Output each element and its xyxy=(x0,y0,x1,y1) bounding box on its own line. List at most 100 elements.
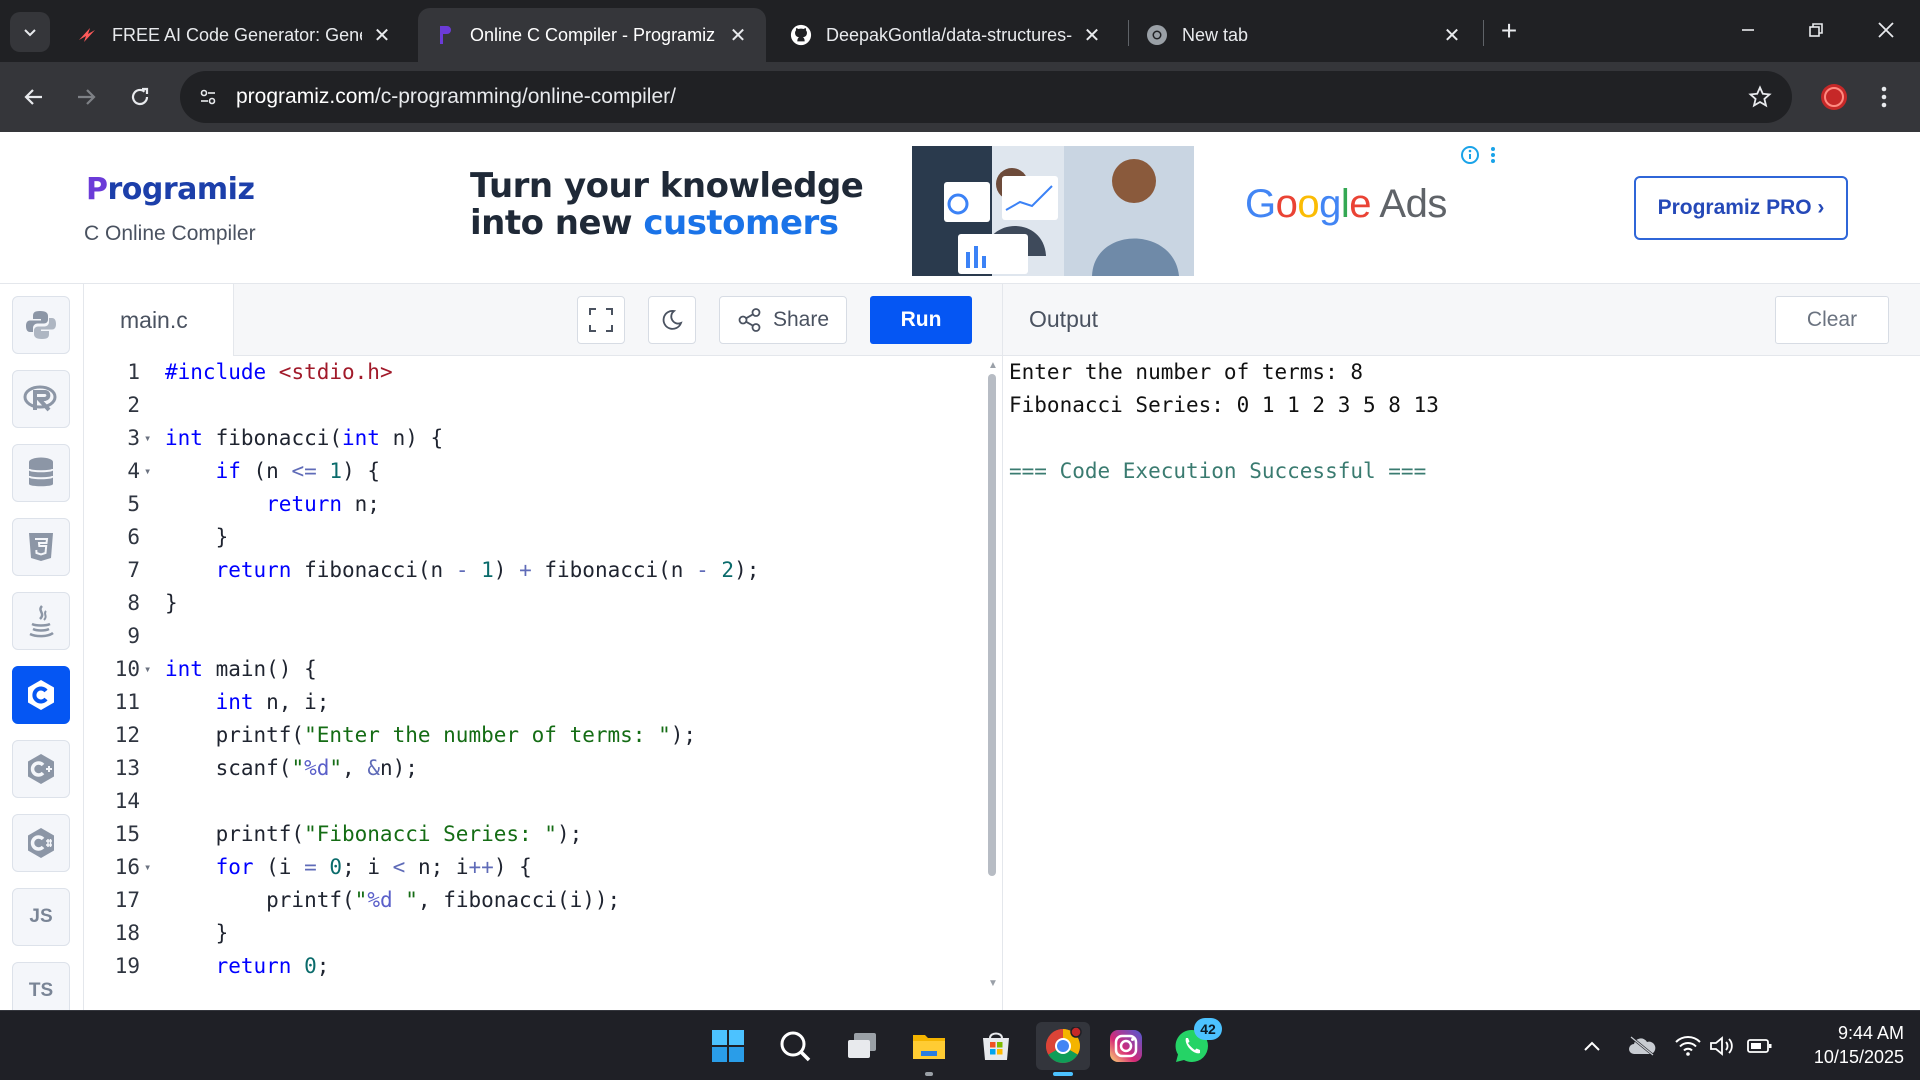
microsoft-store-icon[interactable] xyxy=(972,1022,1020,1070)
chevron-up-icon[interactable] xyxy=(1578,1033,1606,1059)
search-icon[interactable] xyxy=(771,1022,819,1070)
browser-tab-new[interactable]: New tab ✕ xyxy=(1130,8,1480,62)
sidebar-item-r[interactable] xyxy=(12,370,70,428)
code-line[interactable]: 9 xyxy=(84,620,984,653)
code-line[interactable]: 11 int n, i; xyxy=(84,686,984,719)
google-ads-brand[interactable]: Google Ads xyxy=(1245,182,1447,227)
ad-photo-image[interactable] xyxy=(894,146,1194,276)
tab-title: Online C Compiler - Programiz xyxy=(470,24,716,45)
site-info-icon[interactable] xyxy=(194,83,222,111)
code-line[interactable]: 18 } xyxy=(84,917,984,950)
browser-tab-github[interactable]: DeepakGontla/data-structures-i ✕ xyxy=(774,8,1120,62)
fold-arrow-icon[interactable]: ▾ xyxy=(144,455,156,488)
onedrive-cloud-icon[interactable] xyxy=(1626,1033,1658,1059)
browser-menu-icon[interactable] xyxy=(1872,81,1896,113)
fullscreen-button[interactable] xyxy=(577,296,625,344)
back-arrow-icon[interactable] xyxy=(14,77,54,117)
browser-toolbar: programiz.com/c-programming/online-compi… xyxy=(0,62,1920,132)
minimize-icon[interactable] xyxy=(1724,10,1772,50)
forward-arrow-icon[interactable] xyxy=(66,77,106,117)
close-tab-icon[interactable]: ✕ xyxy=(726,23,750,47)
ad-options-icon[interactable] xyxy=(1486,144,1500,166)
tab-search-button[interactable] xyxy=(10,12,50,52)
sidebar-item-cpp[interactable] xyxy=(12,740,70,798)
chrome-taskbar-icon[interactable] xyxy=(1036,1022,1090,1076)
csharp-icon xyxy=(28,828,54,858)
code-line[interactable]: 8} xyxy=(84,587,984,620)
code-line[interactable]: 4 ▾ if (n <= 1) { xyxy=(84,455,984,488)
code-text: return fibonacci(n - 1) + fibonacci(n - … xyxy=(215,558,760,582)
file-tab-main-c[interactable]: main.c xyxy=(84,284,234,356)
run-button[interactable]: Run xyxy=(870,296,972,344)
windows-start-icon[interactable] xyxy=(704,1022,752,1070)
line-number: 14 xyxy=(114,789,140,813)
share-button[interactable]: Share xyxy=(719,296,847,344)
sidebar-item-js[interactable]: JS xyxy=(12,888,70,946)
sidebar-item-python[interactable] xyxy=(12,296,70,354)
close-tab-icon[interactable]: ✕ xyxy=(370,23,394,47)
cpp-icon xyxy=(28,754,54,784)
scroll-down-arrow-icon[interactable]: ▼ xyxy=(988,978,998,989)
fold-arrow-icon[interactable]: ▾ xyxy=(144,422,156,455)
editor-scrollbar[interactable] xyxy=(988,374,996,876)
code-editor[interactable]: 1 #include <stdio.h> 2 3 ▾ int fibonacci(int … xyxy=(84,356,1002,1010)
code-line[interactable]: 17 printf("%d ", fibonacci(i)); xyxy=(84,884,984,917)
code-line[interactable]: 10 ▾ int main() { xyxy=(84,653,984,686)
code-line[interactable]: 5 return n; xyxy=(84,488,984,521)
system-clock[interactable]: 9:44 AM 10/15/2025 xyxy=(1780,1021,1904,1069)
url-text[interactable]: programiz.com/c-programming/online-compi… xyxy=(236,85,676,109)
code-line[interactable]: 3 ▾ int fibonacci(int n) { xyxy=(84,422,984,455)
language-sidebar: JS TS xyxy=(0,284,84,1010)
code-line[interactable]: 1 #include <stdio.h> xyxy=(84,356,984,389)
output-header: Output Clear xyxy=(1002,284,1920,356)
programiz-logo[interactable]: Programiz xyxy=(86,172,255,207)
whatsapp-icon[interactable]: 42 xyxy=(1168,1018,1222,1070)
sidebar-item-sql[interactable] xyxy=(12,444,70,502)
code-line[interactable]: 12 printf("Enter the number of terms: ")… xyxy=(84,719,984,752)
programiz-pro-button[interactable]: Programiz PRO › xyxy=(1634,176,1848,240)
code-line[interactable]: 6 } xyxy=(84,521,984,554)
output-console[interactable]: Enter the number of terms: 8 Fibonacci S… xyxy=(1002,356,1920,1010)
fold-arrow-icon[interactable]: ▾ xyxy=(144,851,156,884)
scroll-up-arrow-icon[interactable]: ▲ xyxy=(988,360,998,371)
share-label: Share xyxy=(772,308,830,331)
restore-icon[interactable] xyxy=(1792,10,1840,50)
browser-tab-programiz[interactable]: Online C Compiler - Programiz ✕ xyxy=(418,8,766,62)
new-tab-plus-icon[interactable]: + xyxy=(1494,15,1524,46)
dark-mode-button[interactable] xyxy=(648,296,696,344)
clear-button[interactable]: Clear xyxy=(1775,296,1889,344)
file-explorer-icon[interactable] xyxy=(905,1022,953,1076)
fold-arrow-icon[interactable]: ▾ xyxy=(144,653,156,686)
instagram-icon[interactable] xyxy=(1102,1022,1150,1070)
task-view-icon[interactable] xyxy=(838,1022,886,1070)
code-line[interactable]: 15 printf("Fibonacci Series: "); xyxy=(84,818,984,851)
code-line[interactable]: 2 xyxy=(84,389,984,422)
volume-icon[interactable] xyxy=(1708,1033,1736,1059)
page-subtitle: C Online Compiler xyxy=(84,222,256,245)
ad-info-icon[interactable] xyxy=(1459,144,1481,166)
code-line[interactable]: 16 ▾ for (i = 0; i < n; i++) { xyxy=(84,851,984,884)
close-window-icon[interactable] xyxy=(1862,10,1910,50)
ad-headline[interactable]: Turn your knowledge into new customers xyxy=(470,168,864,242)
code-line[interactable]: 7 return fibonacci(n - 1) + fibonacci(n … xyxy=(84,554,984,587)
github-favicon-icon xyxy=(790,24,812,46)
sidebar-item-java[interactable] xyxy=(12,592,70,650)
battery-icon[interactable] xyxy=(1746,1033,1774,1059)
profile-avatar-icon[interactable] xyxy=(1818,81,1850,113)
sidebar-item-html[interactable] xyxy=(12,518,70,576)
wifi-icon[interactable] xyxy=(1674,1033,1702,1059)
reload-icon[interactable] xyxy=(120,77,160,117)
sidebar-item-ts[interactable]: TS xyxy=(12,962,70,1010)
close-tab-icon[interactable]: ✕ xyxy=(1440,23,1464,47)
browser-tab-ai-generator[interactable]: FREE AI Code Generator: Gener ✕ xyxy=(60,8,410,62)
code-line[interactable]: 14 xyxy=(84,785,984,818)
code-line[interactable]: 19 return 0; xyxy=(84,950,984,983)
sidebar-item-csharp[interactable] xyxy=(12,814,70,872)
sidebar-item-c[interactable] xyxy=(12,666,70,724)
url-path: /c-programming/online-compiler/ xyxy=(374,85,676,108)
code-line[interactable]: 13 scanf("%d", &n); xyxy=(84,752,984,785)
address-bar[interactable]: programiz.com/c-programming/online-compi… xyxy=(180,71,1792,123)
tab-separator xyxy=(1128,20,1129,46)
bookmark-star-icon[interactable] xyxy=(1746,83,1774,111)
close-tab-icon[interactable]: ✕ xyxy=(1080,23,1104,47)
